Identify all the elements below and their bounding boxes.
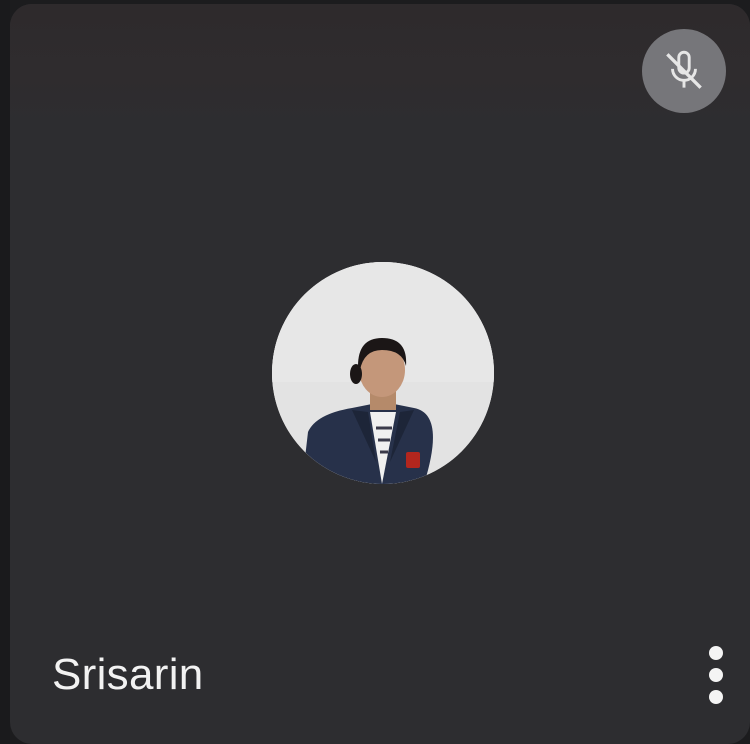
more-vert-icon [709, 668, 723, 682]
participant-name: Srisarin [52, 650, 204, 699]
profile-photo [272, 262, 494, 484]
avatar [272, 262, 494, 484]
more-vert-icon [709, 646, 723, 660]
more-options-button[interactable] [696, 640, 736, 710]
participant-tile[interactable]: Srisarin [10, 4, 750, 744]
screen-edge [0, 0, 10, 740]
more-vert-icon [709, 690, 723, 704]
tile-header-shade [10, 4, 750, 124]
mic-off-icon [666, 50, 702, 89]
mic-off-badge [642, 29, 726, 113]
